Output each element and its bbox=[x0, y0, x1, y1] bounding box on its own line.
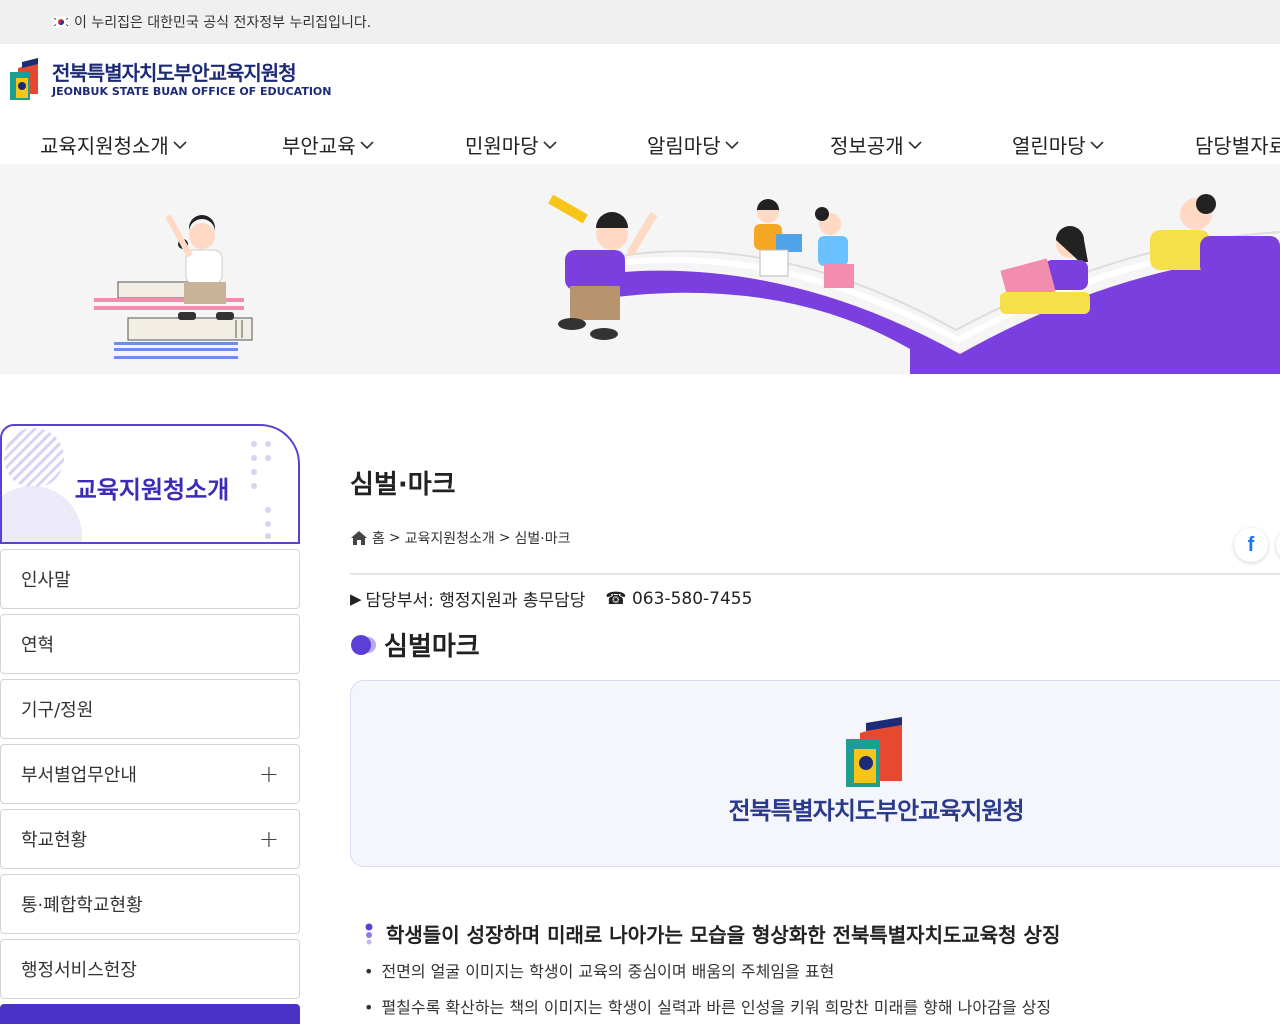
chevron-down-icon bbox=[543, 140, 557, 149]
lnb-item-school-status[interactable]: 학교현황 + bbox=[0, 809, 300, 869]
lnb-item-greeting[interactable]: 인사말 bbox=[0, 549, 300, 609]
site-header: 전북특별자치도부안교육지원청 JEONBUK STATE BUAN OFFICE… bbox=[0, 44, 1280, 164]
kid-pencil-illustration bbox=[548, 194, 658, 340]
section-bullet-icon bbox=[351, 634, 376, 655]
breadcrumb-separator: > bbox=[498, 530, 511, 546]
breadcrumb-level1[interactable]: 교육지원청소개 bbox=[405, 528, 495, 548]
section-title-text: 심벌마크 bbox=[384, 632, 480, 662]
lnb-item-merged-schools[interactable]: 통·폐합학교현황 bbox=[0, 874, 300, 934]
book-stack-illustration bbox=[94, 281, 253, 359]
description-item-text: 전면의 얼굴 이미지는 학생이 교육의 중심이며 배움의 주체임을 표현 bbox=[381, 962, 835, 981]
lnb-item-service-charter[interactable]: 행정서비스헌장 bbox=[0, 939, 300, 999]
facebook-share-button[interactable]: f bbox=[1234, 528, 1268, 562]
description-title-text: 학생들이 성장하며 미래로 나아가는 모습을 형상화한 전북특별자치도교육청 상… bbox=[386, 923, 1061, 947]
korea-flag-icon bbox=[52, 16, 70, 28]
triangle-icon: ▶ bbox=[350, 589, 362, 608]
gov-banner: 이 누리집은 대한민국 공식 전자정부 누리집입니다. bbox=[0, 0, 1280, 44]
logo-name-ko: 전북특별자치도부안교육지원청 bbox=[52, 60, 297, 85]
gnb-item-buan-edu[interactable]: 부안교육 bbox=[282, 130, 375, 159]
hero-illustration bbox=[94, 194, 1280, 374]
description-item: • 전면의 얼굴 이미지는 학생이 교육의 중심이며 배움의 주체임을 표현 bbox=[364, 958, 834, 982]
gnb-item-label: 민원마당 bbox=[465, 134, 539, 158]
gnb-item-disclosure[interactable]: 정보공개 bbox=[830, 130, 923, 159]
chevron-down-icon bbox=[360, 140, 374, 149]
hero-banner bbox=[0, 164, 1280, 374]
logo-symbol-icon bbox=[10, 58, 38, 100]
gnb-item-open[interactable]: 열린마당 bbox=[1012, 130, 1105, 159]
lnb-item-history[interactable]: 연혁 bbox=[0, 614, 300, 674]
lnb-item-label: 행정서비스헌장 bbox=[21, 960, 137, 981]
bullet: • bbox=[364, 998, 374, 1017]
lnb-item-label: 인사말 bbox=[21, 570, 71, 591]
gnb-item-civil[interactable]: 민원마당 bbox=[465, 130, 558, 159]
description-title: 학생들이 성장하며 미래로 나아가는 모습을 형상화한 전북특별자치도교육청 상… bbox=[364, 919, 1060, 948]
gnb-item-intro[interactable]: 교육지원청소개 bbox=[40, 130, 188, 159]
department-label: 담당부서: 행정지원과 총무담당 bbox=[365, 591, 586, 611]
chevron-down-icon bbox=[1090, 140, 1104, 149]
breadcrumb-current: 심벌·마크 bbox=[514, 531, 571, 547]
gov-banner-text: 이 누리집은 대한민국 공식 전자정부 누리집입니다. bbox=[74, 15, 372, 31]
breadcrumb: 홈 > 교육지원청소개 > 심벌·마크 bbox=[350, 528, 571, 548]
plus-icon[interactable]: + bbox=[259, 825, 279, 853]
gnb-item-notice[interactable]: 알림마당 bbox=[647, 130, 740, 159]
gnb-item-label: 담당별자료 bbox=[1195, 134, 1280, 158]
chevron-down-icon bbox=[725, 140, 739, 149]
gnb-item-resources[interactable]: 담당별자료 bbox=[1195, 130, 1280, 159]
description-item-text: 펼칠수록 확산하는 책의 이미지는 학생이 실력과 바른 인성을 키워 희망찬 … bbox=[381, 998, 1052, 1017]
main-navigation: 교육지원청소개 부안교육 민원마당 알림마당 정보공개 열린마당 담당별자료 bbox=[0, 126, 1280, 164]
lnb-item-organization[interactable]: 기구/정원 bbox=[0, 679, 300, 739]
lnb-item-label: 기구/정원 bbox=[21, 700, 94, 721]
gnb-item-label: 알림마당 bbox=[647, 134, 721, 158]
chevron-down-icon bbox=[908, 140, 922, 149]
share-button[interactable] bbox=[1276, 528, 1280, 562]
breadcrumb-separator: > bbox=[388, 530, 401, 546]
logo-name-en: JEONBUK STATE BUAN OFFICE OF EDUCATION bbox=[52, 84, 332, 98]
plus-icon[interactable]: + bbox=[259, 760, 279, 788]
lnb-item-label: 부서별업무안내 bbox=[21, 765, 137, 786]
description-item: • 펼칠수록 확산하는 책의 이미지는 학생이 실력과 바른 인성을 키워 희망찬… bbox=[364, 994, 1051, 1018]
section-title: 심벌마크 bbox=[350, 626, 480, 663]
sub-navigation: 교육지원청소개 인사말 연혁 기구/정원 부서별업무안내 + 학교현황 + 통·… bbox=[0, 424, 300, 1024]
lnb-item-label: 학교현황 bbox=[21, 830, 88, 851]
lnb-item-department-duties[interactable]: 부서별업무안내 + bbox=[0, 744, 300, 804]
gnb-item-label: 부안교육 bbox=[282, 134, 356, 158]
lnb-item-label: 연혁 bbox=[21, 635, 55, 656]
divider bbox=[350, 573, 1280, 575]
facebook-icon: f bbox=[1247, 533, 1255, 556]
breadcrumb-home[interactable]: 홈 bbox=[372, 528, 385, 548]
department-phone: ☎ 063-580-7455 bbox=[605, 588, 753, 609]
page-title: 심벌·마크 bbox=[350, 470, 456, 500]
bullet: • bbox=[364, 962, 374, 981]
gnb-item-label: 열린마당 bbox=[1012, 134, 1086, 158]
site-logo[interactable]: 전북특별자치도부안교육지원청 JEONBUK STATE BUAN OFFICE… bbox=[8, 58, 332, 100]
lnb-item-active[interactable] bbox=[0, 1004, 300, 1024]
symbol-mark-name: 전북특별자치도부안교육지원청 bbox=[728, 797, 1024, 825]
sub-navigation-title-box: 교육지원청소개 bbox=[0, 424, 300, 544]
gnb-item-label: 교육지원청소개 bbox=[40, 134, 169, 158]
home-icon[interactable] bbox=[350, 530, 368, 546]
symbol-mark-icon bbox=[846, 717, 902, 787]
kid-illustration bbox=[165, 214, 234, 320]
chevron-down-icon bbox=[173, 140, 187, 149]
lnb-item-label: 통·폐합학교현황 bbox=[21, 895, 143, 916]
sub-navigation-title: 교육지원청소개 bbox=[74, 476, 230, 504]
symbol-mark-box: 전북특별자치도부안교육지원청 bbox=[350, 680, 1280, 867]
vertical-dots-icon bbox=[365, 923, 373, 944]
gnb-item-label: 정보공개 bbox=[830, 134, 904, 158]
department-info: ▶ 담당부서: 행정지원과 총무담당 ☎ 063-580-7455 bbox=[350, 586, 753, 612]
